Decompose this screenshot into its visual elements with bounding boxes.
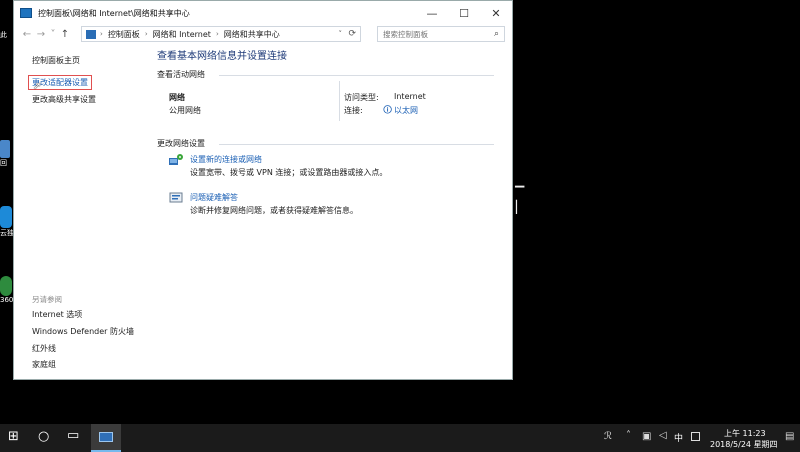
see-also-homegroup[interactable]: 家庭组 bbox=[32, 359, 56, 370]
change-advanced-sharing-link[interactable]: 更改高级共享设置 bbox=[32, 94, 96, 105]
search-box[interactable]: ⌕ bbox=[377, 26, 505, 42]
desktop-icon-recycle[interactable]: 回 bbox=[0, 140, 14, 168]
maximize-button[interactable]: ☐ bbox=[448, 1, 480, 25]
breadcrumb-separator[interactable]: › bbox=[145, 30, 148, 38]
recycle-bin-icon bbox=[0, 140, 10, 158]
ethernet-connection-link[interactable]: 以太网 bbox=[394, 105, 418, 116]
troubleshoot-problems-link[interactable]: 问题疑难解答 bbox=[190, 192, 238, 203]
access-type-value: Internet bbox=[394, 92, 426, 101]
360-app-icon bbox=[0, 276, 12, 296]
connection-label: 连接: bbox=[344, 106, 363, 115]
breadcrumb-control-panel[interactable]: 控制面板 bbox=[108, 29, 140, 40]
title-bar[interactable]: 控制面板\网络和 Internet\网络和共享中心 — ☐ ✕ bbox=[14, 1, 512, 25]
ime-indicator[interactable]: 中 bbox=[674, 431, 683, 444]
active-networks-heading: 查看活动网络 bbox=[157, 70, 205, 79]
left-pane: 控制面板主页 更改适配器设置 ➚ 更改高级共享设置 另请参阅 Internet … bbox=[14, 43, 149, 379]
up-button[interactable]: ↑ bbox=[58, 29, 72, 40]
column-divider bbox=[339, 81, 340, 121]
show-hidden-icons[interactable]: ˄ bbox=[626, 430, 631, 441]
cortana-button[interactable]: ○ bbox=[38, 429, 49, 444]
desktop-icon-this-pc[interactable]: 此 bbox=[0, 8, 14, 40]
taskbar-date[interactable]: 2018/5/24 星期四 bbox=[710, 439, 778, 450]
address-dropdown-icon[interactable]: ˅ bbox=[339, 30, 343, 38]
close-button[interactable]: ✕ bbox=[480, 1, 512, 25]
address-row: ← → ˅ ↑ › 控制面板 › 网络和 Internet › 网络和共享中心 … bbox=[14, 25, 512, 43]
forward-button[interactable]: → bbox=[34, 29, 48, 40]
setup-new-connection-desc: 设置宽带、拨号或 VPN 连接；或设置路由器或接入点。 bbox=[190, 168, 388, 177]
desktop-artifact: ▔ bbox=[515, 186, 525, 200]
taskbar-time[interactable]: 上午 11:23 bbox=[724, 428, 766, 439]
network-name: 网络 bbox=[169, 93, 185, 102]
section-divider bbox=[219, 144, 494, 145]
desktop-icon-360[interactable]: 360 bbox=[0, 276, 14, 304]
mouse-cursor-icon: ➚ bbox=[33, 81, 42, 92]
section-divider bbox=[219, 75, 494, 76]
network-sharing-center-window: 控制面板\网络和 Internet\网络和共享中心 — ☐ ✕ ← → ˅ ↑ … bbox=[13, 0, 513, 380]
desktop-icon-label: 360 bbox=[0, 296, 14, 304]
cloud-app-icon bbox=[0, 206, 12, 228]
people-icon[interactable]: ℛ bbox=[604, 431, 612, 442]
change-network-settings-heading: 更改网络设置 bbox=[157, 139, 205, 148]
volume-icon[interactable]: ◁ bbox=[659, 430, 667, 441]
see-also-defender-firewall[interactable]: Windows Defender 防火墙 bbox=[32, 326, 134, 337]
breadcrumb-separator[interactable]: › bbox=[216, 30, 219, 38]
taskbar-explorer-button[interactable] bbox=[91, 424, 121, 452]
minimize-button[interactable]: — bbox=[416, 1, 448, 25]
troubleshoot-problems-desc: 诊断并修复网络问题，或者获得疑难解答信息。 bbox=[190, 206, 358, 215]
notifications-icon[interactable]: ▤ bbox=[785, 431, 794, 442]
troubleshoot-icon bbox=[169, 192, 183, 203]
see-also-infrared[interactable]: 红外线 bbox=[32, 343, 56, 354]
breadcrumb-network-sharing-center[interactable]: 网络和共享中心 bbox=[224, 29, 280, 40]
refresh-icon[interactable]: ⟳ bbox=[348, 29, 356, 39]
control-panel-icon bbox=[86, 29, 96, 39]
setup-new-connection-link[interactable]: 设置新的连接或网络 bbox=[190, 154, 262, 165]
recent-locations-button[interactable]: ˅ bbox=[48, 29, 58, 40]
address-bar[interactable]: › 控制面板 › 网络和 Internet › 网络和共享中心 ˅ ⟳ bbox=[81, 26, 361, 42]
start-button[interactable]: ⊞ bbox=[8, 429, 19, 444]
ethernet-icon: 🛈 bbox=[383, 106, 393, 116]
network-tray-icon[interactable]: ▣ bbox=[642, 431, 651, 442]
see-also-heading: 另请参阅 bbox=[32, 295, 62, 304]
desktop-icon-label: 云独 bbox=[0, 229, 14, 237]
desktop-icon-label: 回 bbox=[0, 159, 7, 167]
search-input[interactable] bbox=[378, 28, 485, 40]
task-view-button[interactable]: ▭ bbox=[67, 428, 79, 443]
window-title: 控制面板\网络和 Internet\网络和共享中心 bbox=[38, 8, 190, 18]
control-panel-icon bbox=[20, 8, 32, 18]
control-panel-icon bbox=[99, 432, 113, 442]
network-type[interactable]: 公用网络 bbox=[169, 105, 201, 116]
breadcrumb-separator: › bbox=[100, 30, 103, 38]
page-title: 查看基本网络信息并设置连接 bbox=[157, 51, 287, 62]
control-panel-home-link[interactable]: 控制面板主页 bbox=[32, 55, 80, 66]
taskbar: ⊞ ○ ▭ ℛ ˄ ▣ ◁ 中 上午 11:23 2018/5/24 星期四 ▤ bbox=[0, 424, 800, 452]
breadcrumb-network-internet[interactable]: 网络和 Internet bbox=[153, 29, 211, 40]
new-connection-icon bbox=[169, 154, 183, 165]
back-button[interactable]: ← bbox=[20, 29, 34, 40]
input-method-icon[interactable] bbox=[691, 432, 700, 441]
search-icon[interactable]: ⌕ bbox=[494, 29, 499, 39]
desktop-artifact: ▏ bbox=[516, 200, 526, 214]
desktop-icon-label: 此 bbox=[0, 31, 7, 39]
access-type-label: 访问类型: bbox=[344, 93, 379, 102]
main-pane: 查看基本网络信息并设置连接 查看活动网络 网络 公用网络 访问类型: Inter… bbox=[157, 43, 512, 379]
desktop-icon-cloud[interactable]: 云独 bbox=[0, 206, 14, 238]
see-also-internet-options[interactable]: Internet 选项 bbox=[32, 309, 82, 320]
